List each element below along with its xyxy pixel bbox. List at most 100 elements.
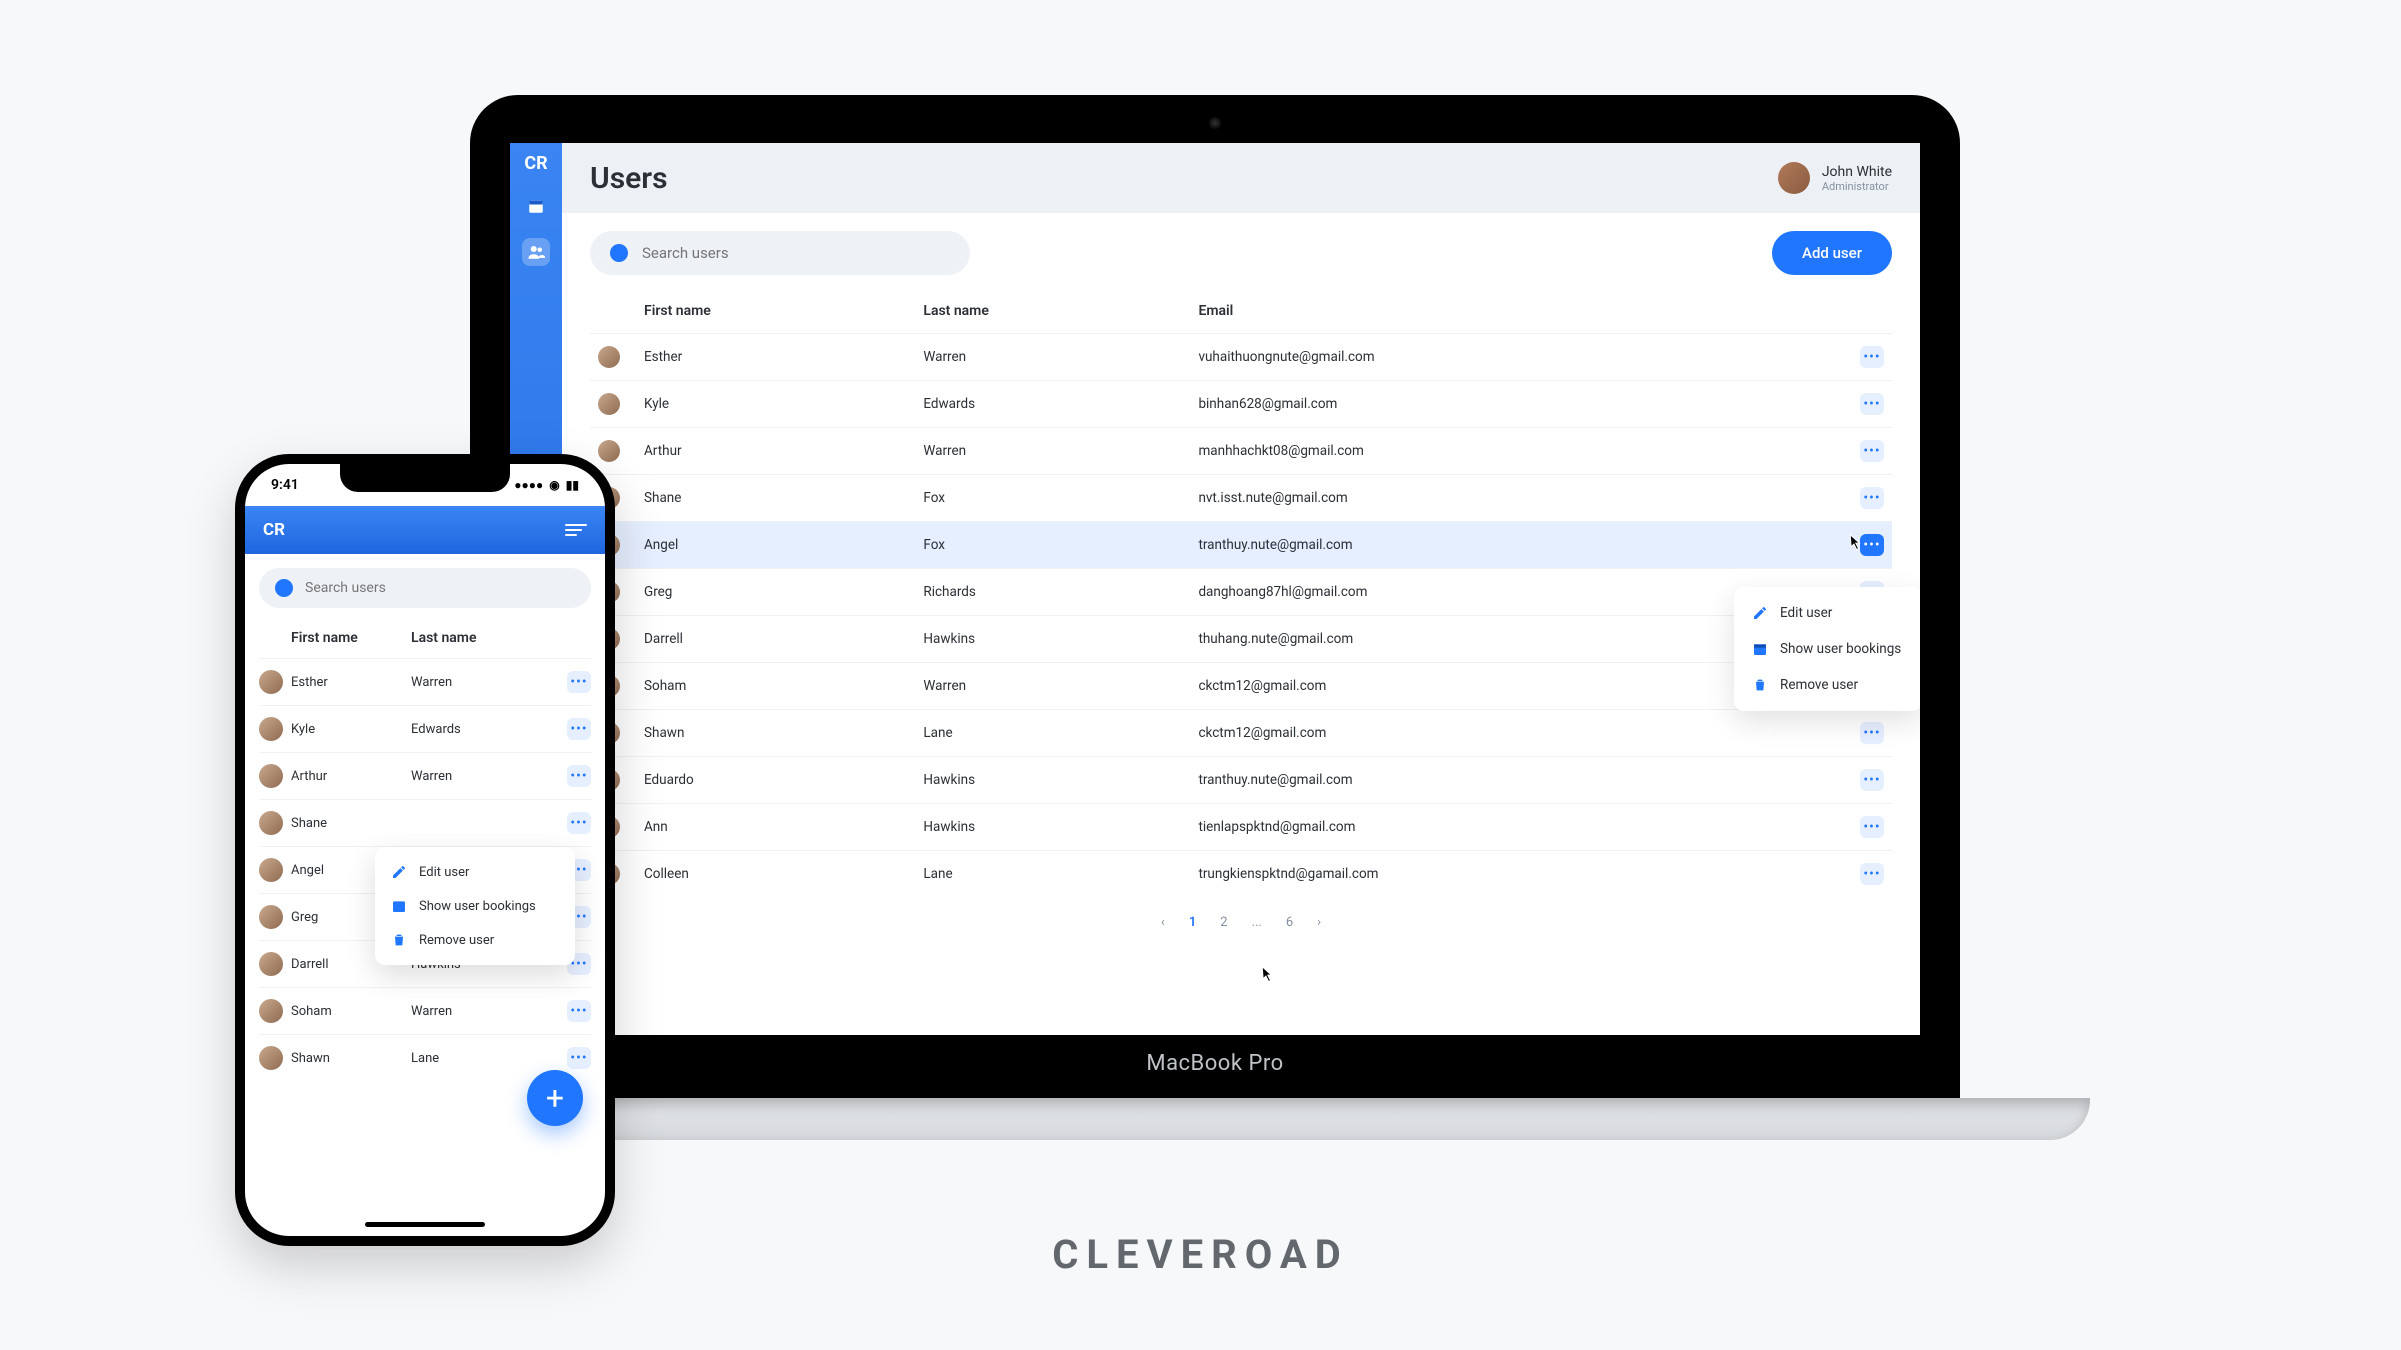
ctx-remove-label: Remove user [1780, 677, 1858, 693]
fab-add[interactable]: + [527, 1070, 583, 1126]
ctx-edit-user[interactable]: Edit user [1734, 595, 1920, 631]
search-input[interactable] [590, 231, 970, 275]
table-row[interactable]: ShawnLaneckctm12@gmail.com••• [590, 710, 1892, 757]
cell-last-name: Warren [915, 428, 1190, 475]
menu-icon[interactable] [565, 524, 587, 536]
table-row[interactable]: AngelFoxtranthuy.nute@gmail.com••• [590, 522, 1892, 569]
phone-bezel: 9:41 ●●●● ◉ ▮▮ CR First name Las [235, 454, 615, 1246]
home-indicator [365, 1222, 485, 1227]
users-table: First name Last name Email EstherWarrenv… [590, 289, 1892, 897]
main: Users John White Administrator [562, 143, 1920, 1035]
list-item[interactable]: Shane ••• [259, 799, 591, 846]
col-email[interactable]: Email [1190, 289, 1852, 334]
row-actions-button[interactable]: ••• [567, 718, 591, 740]
ctx-remove-label: Remove user [419, 933, 494, 948]
cell-first-name: Kyle [291, 722, 411, 737]
admin-app: CR Users [510, 143, 1920, 1035]
laptop-screen: CR Users [510, 143, 1920, 1035]
calendar-icon [1752, 641, 1768, 657]
laptop-frame: CR Users [470, 95, 1960, 1100]
cell-last-name: Hawkins [915, 804, 1190, 851]
page-6[interactable]: 6 [1286, 915, 1293, 930]
content-panel: Add user First name Last name Email [562, 213, 1920, 1035]
list-item[interactable]: KyleEdwards••• [259, 705, 591, 752]
page-1[interactable]: 1 [1189, 915, 1196, 930]
table-row[interactable]: ArthurWarrenmanhhachkt08@gmail.com••• [590, 428, 1892, 475]
current-user[interactable]: John White Administrator [1778, 162, 1892, 194]
row-actions-button[interactable]: ••• [1860, 722, 1884, 744]
search-input[interactable] [259, 568, 591, 608]
cell-first-name: Arthur [636, 428, 915, 475]
list-item[interactable]: SohamWarren••• [259, 987, 591, 1034]
ctx-edit-label: Edit user [1780, 605, 1832, 621]
pencil-icon [1752, 605, 1768, 621]
table-row[interactable]: SohamWarrenckctm12@gmail.com••• [590, 663, 1892, 710]
toolbar: Add user [590, 231, 1892, 275]
table-row[interactable]: DarrellHawkinsthuhang.nute@gmail.com••• [590, 616, 1892, 663]
cell-first-name: Esther [636, 334, 915, 381]
table-row[interactable]: EduardoHawkinstranthuy.nute@gmail.com••• [590, 757, 1892, 804]
cell-email: tranthuy.nute@gmail.com [1190, 757, 1852, 804]
row-actions-button[interactable]: ••• [1860, 816, 1884, 838]
col-last-name[interactable]: Last name [411, 630, 563, 646]
cell-last-name: Fox [915, 475, 1190, 522]
cell-last-name: Warren [411, 675, 563, 690]
row-actions-button[interactable]: ••• [567, 812, 591, 834]
row-actions-button[interactable]: ••• [1860, 863, 1884, 885]
table-row[interactable]: AnnHawkinstienlapspktnd@gmail.com••• [590, 804, 1892, 851]
page-next[interactable]: › [1317, 915, 1321, 930]
cell-first-name: Shane [291, 816, 411, 831]
cell-first-name: Soham [291, 1004, 411, 1019]
row-actions-button[interactable]: ••• [1860, 769, 1884, 791]
add-user-button[interactable]: Add user [1772, 231, 1892, 275]
app-logo[interactable]: CR [263, 520, 285, 540]
page-2[interactable]: 2 [1220, 915, 1227, 930]
row-actions-button[interactable]: ••• [1860, 346, 1884, 368]
cell-first-name: Shawn [291, 1051, 411, 1066]
table-row[interactable]: ShaneFoxnvt.isst.nute@gmail.com ••• [590, 475, 1892, 522]
trash-icon [391, 932, 407, 948]
ctx-edit-user[interactable]: Edit user [375, 855, 575, 889]
page-prev[interactable]: ‹ [1161, 915, 1165, 930]
cell-email: tranthuy.nute@gmail.com [1190, 522, 1852, 569]
row-actions-button[interactable]: ••• [1860, 393, 1884, 415]
ctx-remove-user[interactable]: Remove user [375, 923, 575, 957]
sidebar-item-users[interactable] [522, 238, 550, 266]
mobile-header: CR [245, 506, 605, 554]
row-actions-button[interactable]: ••• [567, 1047, 591, 1069]
col-last-name[interactable]: Last name [915, 289, 1190, 334]
cell-last-name: Lane [915, 851, 1190, 898]
row-actions-button[interactable]: ••• [567, 1000, 591, 1022]
row-actions-button[interactable]: ••• [567, 765, 591, 787]
app-logo[interactable]: CR [524, 153, 547, 174]
table-row[interactable]: ColleenLanetrungkienspktnd@gamail.com••• [590, 851, 1892, 898]
row-actions-button[interactable]: ••• [567, 671, 591, 693]
ctx-remove-user[interactable]: Remove user [1734, 667, 1920, 703]
cell-last-name: Richards [915, 569, 1190, 616]
table-row[interactable]: GregRichardsdanghoang87hl@gmail.com••• [590, 569, 1892, 616]
table-row[interactable]: KyleEdwardsbinhan628@gmail.com••• [590, 381, 1892, 428]
topbar: Users John White Administrator [562, 143, 1920, 213]
cell-first-name: Shane [636, 475, 915, 522]
avatar [259, 952, 283, 976]
calendar-icon [391, 898, 407, 914]
cursor-pointer [1254, 965, 1276, 991]
col-first-name[interactable]: First name [636, 289, 915, 334]
sidebar-item-calendar[interactable] [522, 192, 550, 220]
avatar [259, 670, 283, 694]
ctx-show-bookings[interactable]: Show user bookings [375, 889, 575, 923]
list-item[interactable]: ArthurWarren••• [259, 752, 591, 799]
device-label: MacBook Pro [1146, 1051, 1283, 1076]
row-actions-button[interactable]: ••• [1860, 440, 1884, 462]
cell-last-name: Warren [411, 769, 563, 784]
cell-email: nvt.isst.nute@gmail.com [1190, 475, 1852, 522]
laptop-camera [1209, 117, 1221, 129]
ctx-show-bookings[interactable]: Show user bookings [1734, 631, 1920, 667]
col-first-name[interactable]: First name [291, 630, 411, 646]
search-field[interactable] [305, 580, 575, 596]
table-row[interactable]: EstherWarrenvuhaithuongnute@gmail.com••• [590, 334, 1892, 381]
avatar [259, 764, 283, 788]
row-actions-button[interactable]: ••• [1860, 487, 1884, 509]
list-item[interactable]: EstherWarren••• [259, 658, 591, 705]
search-field[interactable] [642, 244, 950, 262]
